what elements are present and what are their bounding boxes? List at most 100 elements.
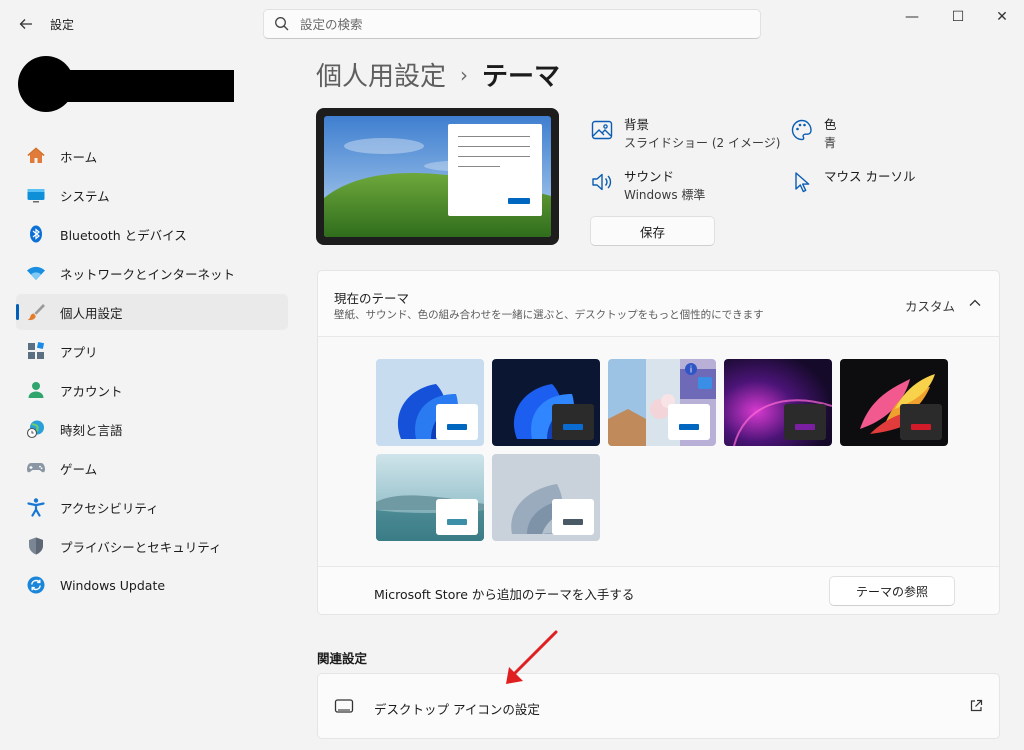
background-setting[interactable]: 背景 スライドショー (2 イメージ) xyxy=(590,116,780,152)
palette-icon xyxy=(791,119,812,141)
wifi-icon xyxy=(26,263,46,283)
theme-accent-bar xyxy=(447,424,467,430)
theme-gallery: i xyxy=(318,337,999,566)
home-icon xyxy=(26,146,46,166)
sidebar-item-label: ゲーム xyxy=(60,461,98,477)
theme-preview xyxy=(316,108,559,245)
svg-text:i: i xyxy=(690,366,693,376)
brush-icon xyxy=(26,302,46,322)
close-button[interactable]: ✕ xyxy=(980,6,1024,28)
minimize-button[interactable]: — xyxy=(890,6,934,28)
update-icon xyxy=(26,575,46,595)
globe-clock-icon xyxy=(26,419,46,439)
theme-accent-bar xyxy=(911,424,931,430)
theme-thumbnail[interactable] xyxy=(376,454,484,541)
sidebar-nav: ホーム システム Bluetooth とデバイス ネットワークとインターネット … xyxy=(16,138,288,606)
sidebar-item-apps[interactable]: アプリ xyxy=(16,333,288,369)
cursor-title: マウス カーソル xyxy=(824,169,916,184)
background-title: 背景 xyxy=(624,117,650,132)
sidebar-item-label: プライバシーとセキュリティ xyxy=(60,539,222,555)
search-icon xyxy=(275,17,289,31)
preview-window xyxy=(448,124,542,216)
theme-accent-bar xyxy=(447,519,467,525)
gamepad-icon xyxy=(26,458,46,478)
current-theme-header[interactable]: 現在のテーマ 壁紙、サウンド、色の組み合わせを一緒に選ぶと、デスクトップをもっと… xyxy=(318,271,999,337)
theme-accent-bar xyxy=(679,424,699,430)
external-link-icon xyxy=(970,699,983,712)
title-bar: 設定 — ☐ ✕ xyxy=(0,0,1024,48)
image-icon xyxy=(591,120,613,140)
theme-accent-bar xyxy=(795,424,815,430)
theme-thumbnail[interactable] xyxy=(492,454,600,541)
profile-name-redacted xyxy=(60,70,234,102)
sound-title: サウンド xyxy=(624,169,675,184)
sidebar-item-label: アカウント xyxy=(60,383,123,399)
sidebar-item-label: アクセシビリティ xyxy=(60,500,159,516)
back-arrow-icon xyxy=(19,19,32,29)
monitor-icon xyxy=(334,699,354,713)
current-theme-value: カスタム xyxy=(904,299,955,314)
speaker-icon xyxy=(592,173,612,191)
app-title: 設定 xyxy=(50,18,75,32)
color-title: 色 xyxy=(824,117,837,132)
sidebar-item-label: ネットワークとインターネット xyxy=(60,266,236,282)
sidebar-item-accounts[interactable]: アカウント xyxy=(16,372,288,408)
theme-thumbnail[interactable] xyxy=(492,359,600,446)
theme-store-row: Microsoft Store から追加のテーマを入手する テーマの参照 xyxy=(318,566,999,616)
color-value: 青 xyxy=(824,136,837,150)
maximize-button[interactable]: ☐ xyxy=(936,6,980,28)
breadcrumb-parent[interactable]: 個人用設定 xyxy=(316,56,446,93)
apps-icon xyxy=(26,341,46,361)
theme-accent-bar xyxy=(563,424,583,430)
breadcrumb-separator: › xyxy=(460,62,469,87)
breadcrumb: 個人用設定 › テーマ xyxy=(316,56,560,93)
sidebar-item-network[interactable]: ネットワークとインターネット xyxy=(16,255,288,291)
sidebar-item-system[interactable]: システム xyxy=(16,177,288,213)
theme-thumbnail[interactable] xyxy=(840,359,948,446)
sidebar-item-home[interactable]: ホーム xyxy=(16,138,288,174)
theme-thumbnail[interactable] xyxy=(724,359,832,446)
annotation-arrow xyxy=(506,630,558,684)
current-theme-title: 現在のテーマ xyxy=(334,291,410,306)
save-button[interactable]: 保存 xyxy=(590,216,715,246)
cursor-setting[interactable]: マウス カーソル xyxy=(790,168,915,194)
store-text: Microsoft Store から追加のテーマを入手する xyxy=(374,587,635,602)
shield-icon xyxy=(26,536,46,556)
preview-wallpaper xyxy=(324,116,551,237)
theme-thumbnail[interactable]: i xyxy=(608,359,716,446)
theme-accent-bar xyxy=(563,519,583,525)
sound-value: Windows 標準 xyxy=(624,188,706,202)
sound-setting[interactable]: サウンド Windows 標準 xyxy=(590,168,705,204)
sidebar-item-privacy[interactable]: プライバシーとセキュリティ xyxy=(16,528,288,564)
page-title: テーマ xyxy=(482,62,561,92)
back-button[interactable] xyxy=(12,10,40,38)
color-setting[interactable]: 色 青 xyxy=(790,116,837,152)
system-icon xyxy=(26,185,46,205)
bluetooth-icon xyxy=(26,224,46,244)
browse-themes-button[interactable]: テーマの参照 xyxy=(829,576,955,606)
sidebar-item-accessibility[interactable]: アクセシビリティ xyxy=(16,489,288,525)
search-box[interactable] xyxy=(263,9,761,39)
sidebar-item-personalization[interactable]: 個人用設定 xyxy=(16,294,288,330)
search-input[interactable] xyxy=(300,16,740,32)
current-theme-card: 現在のテーマ 壁紙、サウンド、色の組み合わせを一緒に選ぶと、デスクトップをもっと… xyxy=(317,270,1000,615)
sidebar-item-gaming[interactable]: ゲーム xyxy=(16,450,288,486)
account-icon xyxy=(26,380,46,400)
cursor-icon xyxy=(795,172,810,193)
sidebar-item-label: 個人用設定 xyxy=(60,305,123,321)
theme-thumbnail[interactable] xyxy=(376,359,484,446)
chevron-up-icon[interactable] xyxy=(967,295,983,311)
sidebar-item-label: Windows Update xyxy=(60,577,166,593)
sidebar-item-label: アプリ xyxy=(60,344,98,360)
preview-accent-bar xyxy=(508,198,530,204)
sidebar-item-bluetooth[interactable]: Bluetooth とデバイス xyxy=(16,216,288,252)
desktop-icon-settings-label: デスクトップ アイコンの設定 xyxy=(374,702,540,717)
background-value: スライドショー (2 イメージ) xyxy=(624,136,781,150)
sidebar-item-windows-update[interactable]: Windows Update xyxy=(16,567,288,603)
accessibility-icon xyxy=(26,497,46,517)
desktop-icon-settings-link[interactable]: デスクトップ アイコンの設定 xyxy=(317,673,1000,739)
related-settings-heading: 関連設定 xyxy=(317,651,368,666)
sidebar-item-label: ホーム xyxy=(60,149,98,165)
sidebar-item-time-language[interactable]: 時刻と言語 xyxy=(16,411,288,447)
sidebar-item-label: システム xyxy=(60,188,110,204)
